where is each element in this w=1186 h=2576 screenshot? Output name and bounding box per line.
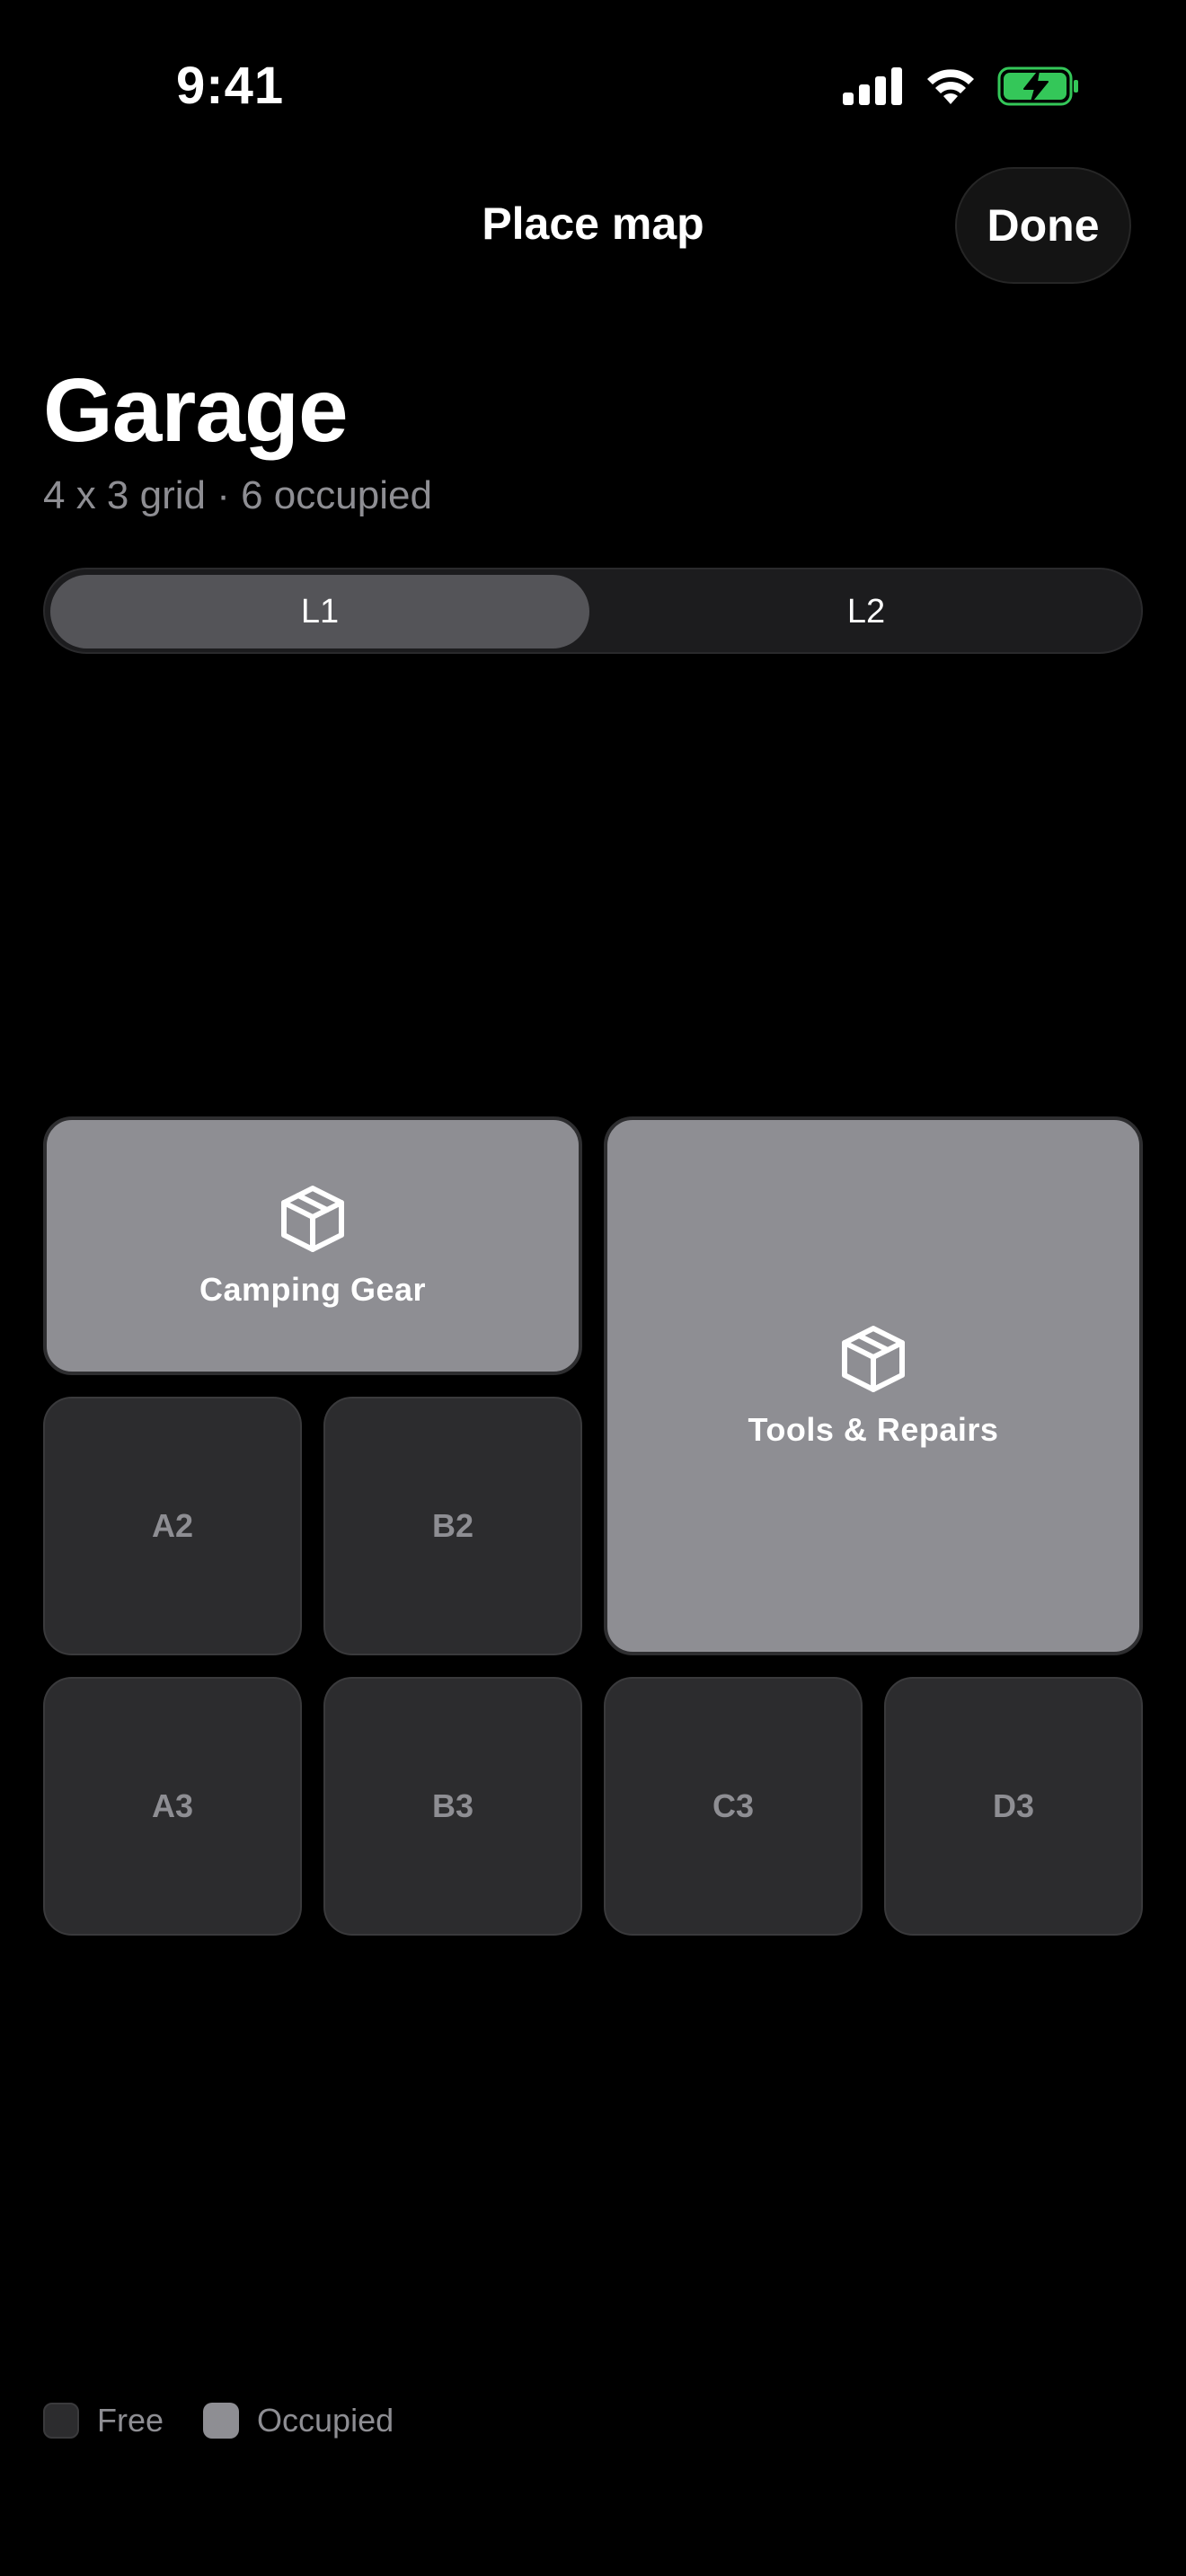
done-button[interactable]: Done: [955, 167, 1131, 284]
occupied-cell-label: Camping Gear: [199, 1271, 427, 1308]
wifi-icon: [927, 69, 974, 104]
legend-swatch-free: [43, 2403, 79, 2439]
battery-charging-icon: [997, 66, 1078, 106]
free-cell-b2[interactable]: B2: [323, 1397, 582, 1655]
box-icon: [842, 1326, 905, 1392]
page-title: Garage: [43, 360, 349, 461]
legend-label-occupied: Occupied: [257, 2402, 394, 2439]
free-cell-c3[interactable]: C3: [604, 1677, 863, 1936]
level-tab-l1[interactable]: L1: [50, 575, 589, 648]
level-segmented-control: L1 L2: [43, 568, 1143, 654]
free-cell-a2[interactable]: A2: [43, 1397, 302, 1655]
legend: Free Occupied: [43, 2401, 433, 2440]
legend-label-free: Free: [97, 2402, 164, 2439]
status-icons: [843, 65, 1080, 108]
box-icon: [281, 1186, 344, 1252]
free-cell-d3[interactable]: D3: [884, 1677, 1143, 1936]
occupied-cell-camping-gear[interactable]: Camping Gear: [43, 1116, 582, 1375]
free-cell-a3[interactable]: A3: [43, 1677, 302, 1936]
legend-swatch-occupied: [203, 2403, 240, 2439]
grid-summary: 4 x 3 grid · 6 occupied: [43, 473, 432, 517]
occupied-cell-label: Tools & Repairs: [748, 1411, 999, 1448]
status-time: 9:41: [176, 57, 285, 115]
occupied-cell-tools-repairs[interactable]: Tools & Repairs: [604, 1116, 1143, 1655]
status-bar: 9:41: [0, 0, 1186, 171]
level-tab-l2[interactable]: L2: [597, 575, 1136, 648]
cellular-signal-icon: [843, 67, 902, 105]
free-cell-b3[interactable]: B3: [323, 1677, 582, 1936]
